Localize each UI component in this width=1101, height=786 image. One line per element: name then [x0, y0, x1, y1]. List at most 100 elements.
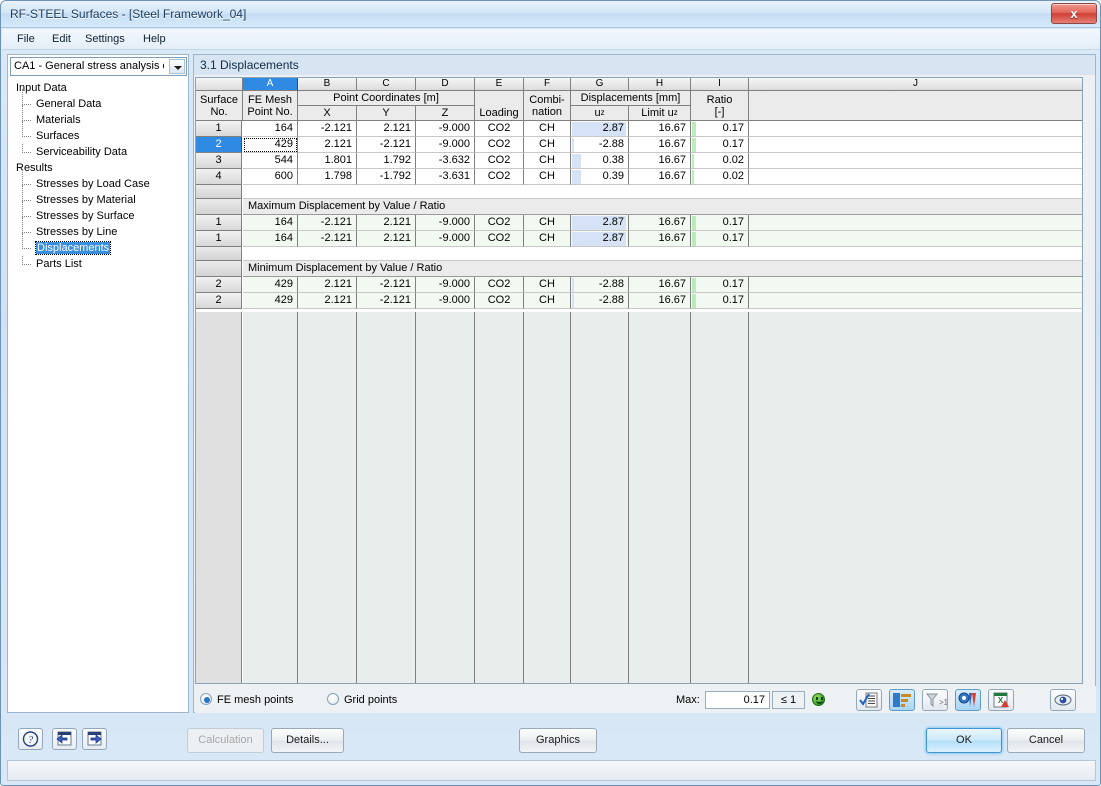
cell-y[interactable]: -2.121	[357, 137, 416, 153]
chevron-down-icon[interactable]	[169, 59, 185, 74]
column-header-g[interactable]: G	[571, 78, 629, 91]
cell-comb[interactable]: CH	[524, 231, 571, 247]
cell-ratio[interactable]: 0.17	[691, 121, 749, 137]
cell-x[interactable]: 1.801	[298, 153, 357, 169]
filter-select-button[interactable]: >1	[922, 689, 949, 711]
sidebar-item-displacements[interactable]: Displacements	[10, 233, 187, 257]
column-header-j[interactable]: J	[749, 78, 1082, 91]
color-view-button[interactable]	[955, 689, 981, 711]
sidebar-item-stresses-by-material[interactable]: Stresses by Material	[10, 185, 187, 209]
previous-page-button[interactable]	[52, 728, 77, 750]
details-button[interactable]: Details...	[271, 728, 344, 753]
cell-y[interactable]: 1.792	[357, 153, 416, 169]
row-header[interactable]: 2	[196, 277, 242, 293]
cell-z[interactable]: -3.631	[416, 169, 475, 185]
cell-comb[interactable]: CH	[524, 121, 571, 137]
cell-limit[interactable]: 16.67	[629, 137, 691, 153]
column-header-h[interactable]: H	[629, 78, 691, 91]
cell-x[interactable]: 2.121	[298, 277, 357, 293]
cell-z[interactable]: -9.000	[416, 231, 475, 247]
cell-empty[interactable]	[749, 231, 1082, 247]
radio-grid-points[interactable]	[327, 693, 339, 705]
column-header-f[interactable]: F	[524, 78, 571, 91]
filter-list-button[interactable]	[889, 689, 915, 711]
sidebar-item-surfaces[interactable]: Surfaces	[10, 121, 187, 145]
cell-z[interactable]: -9.000	[416, 215, 475, 231]
analysis-case-select[interactable]: CA1 - General stress analysis of	[10, 57, 187, 76]
cell-ratio[interactable]: 0.17	[691, 277, 749, 293]
row-header[interactable]: 3	[196, 153, 242, 169]
cell-loading[interactable]: CO2	[475, 169, 524, 185]
row-header[interactable]: 4	[196, 169, 242, 185]
cell-empty[interactable]	[749, 277, 1082, 293]
cancel-button[interactable]: Cancel	[1007, 728, 1085, 753]
cell-empty[interactable]	[749, 153, 1082, 169]
cell-ratio[interactable]: 0.17	[691, 215, 749, 231]
cell-z[interactable]: -9.000	[416, 277, 475, 293]
cell-x[interactable]: -2.121	[298, 231, 357, 247]
ok-button[interactable]: OK	[926, 728, 1002, 753]
menu-help[interactable]: Help	[136, 32, 173, 48]
cell-limit[interactable]: 16.67	[629, 231, 691, 247]
cell-loading[interactable]: CO2	[475, 137, 524, 153]
row-header[interactable]: 1	[196, 121, 242, 137]
cell-limit[interactable]: 16.67	[629, 153, 691, 169]
cell-point[interactable]: 429	[243, 137, 298, 153]
cell-uz[interactable]: 2.87	[571, 231, 629, 247]
sidebar-item-materials[interactable]: Materials	[10, 105, 187, 129]
cell-comb[interactable]: CH	[524, 215, 571, 231]
cell-limit[interactable]: 16.67	[629, 277, 691, 293]
cell-x[interactable]: 1.798	[298, 169, 357, 185]
cell-empty[interactable]	[749, 215, 1082, 231]
cell-empty[interactable]	[749, 137, 1082, 153]
cell-comb[interactable]: CH	[524, 169, 571, 185]
sidebar-item-stresses-by-surface[interactable]: Stresses by Surface	[10, 201, 187, 225]
cell-comb[interactable]: CH	[524, 277, 571, 293]
row-header[interactable]: 1	[196, 231, 242, 247]
column-header-d[interactable]: D	[416, 78, 475, 91]
cell-point[interactable]: 164	[243, 231, 298, 247]
menu-edit[interactable]: Edit	[45, 32, 78, 48]
cell-z[interactable]: -9.000	[416, 137, 475, 153]
row-header[interactable]: 1	[196, 215, 242, 231]
cell-loading[interactable]: CO2	[475, 153, 524, 169]
displacements-table[interactable]: A B C D E F G H I J Surface No. FE Mesh …	[195, 77, 1083, 684]
row-header[interactable]: 2	[196, 137, 242, 153]
excel-export-button[interactable]: X	[988, 689, 1014, 711]
close-button[interactable]: x	[1051, 3, 1097, 24]
cell-ratio[interactable]: 0.17	[691, 137, 749, 153]
cell-loading[interactable]: CO2	[475, 121, 524, 137]
cell-limit[interactable]: 16.67	[629, 215, 691, 231]
max-value-field[interactable]: 0.17	[705, 691, 770, 709]
cell-ratio[interactable]: 0.02	[691, 169, 749, 185]
cell-z[interactable]: -3.632	[416, 153, 475, 169]
calculation-button[interactable]: Calculation	[187, 728, 264, 753]
cell-loading[interactable]: CO2	[475, 231, 524, 247]
cell-point[interactable]: 164	[243, 121, 298, 137]
tree-group-results[interactable]: Results	[10, 161, 187, 177]
column-header-a[interactable]: A	[243, 78, 298, 91]
cell-x[interactable]: -2.121	[298, 215, 357, 231]
cell-x[interactable]: 2.121	[298, 293, 357, 309]
cell-uz[interactable]: 2.87	[571, 215, 629, 231]
cell-point[interactable]: 600	[243, 169, 298, 185]
cell-limit[interactable]: 16.67	[629, 169, 691, 185]
row-header[interactable]: 2	[196, 293, 242, 309]
column-header-b[interactable]: B	[298, 78, 357, 91]
cell-y[interactable]: -1.792	[357, 169, 416, 185]
cell-ratio[interactable]: 0.17	[691, 293, 749, 309]
cell-uz[interactable]: -2.88	[571, 277, 629, 293]
cell-x[interactable]: 2.121	[298, 137, 357, 153]
cell-ratio[interactable]: 0.17	[691, 231, 749, 247]
tree-group-input-data[interactable]: Input Data	[10, 81, 187, 97]
cell-uz[interactable]: 0.39	[571, 169, 629, 185]
check-list-button[interactable]	[856, 689, 882, 711]
cell-y[interactable]: 2.121	[357, 215, 416, 231]
cell-loading[interactable]: CO2	[475, 293, 524, 309]
cell-point[interactable]: 164	[243, 215, 298, 231]
cell-ratio[interactable]: 0.02	[691, 153, 749, 169]
graphics-button[interactable]: Graphics	[519, 728, 597, 753]
cell-empty[interactable]	[749, 121, 1082, 137]
menu-file[interactable]: File	[10, 32, 42, 48]
column-header-c[interactable]: C	[357, 78, 416, 91]
